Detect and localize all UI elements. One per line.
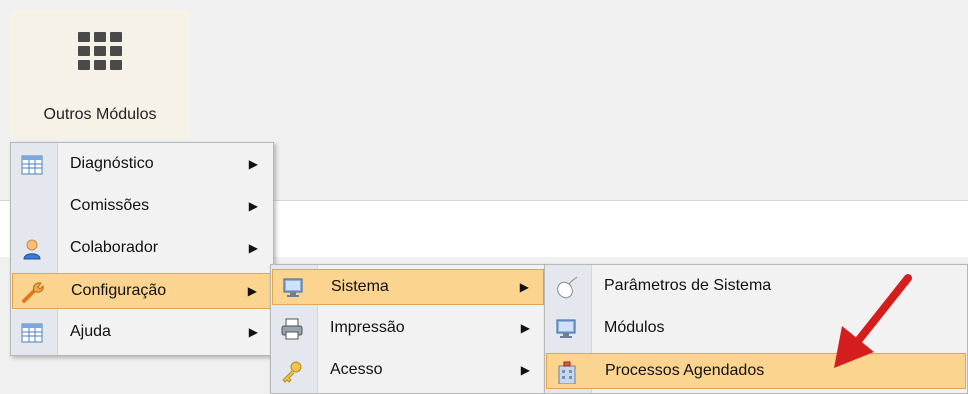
menu-item-label: Processos Agendados <box>605 362 765 379</box>
submenu-arrow-icon: ▶ <box>520 363 530 377</box>
spreadsheet-icon <box>21 155 43 175</box>
wrench-icon <box>22 282 44 303</box>
menu-item-colaborador[interactable]: Colaborador ▶ <box>12 231 272 267</box>
menu-item-label: Módulos <box>604 319 665 336</box>
module-label: Outros Módulos <box>43 106 157 123</box>
submenu-arrow-icon: ▶ <box>520 321 530 335</box>
spreadsheet-icon <box>21 323 43 343</box>
mouse-icon <box>557 276 578 299</box>
menu-item-label: Configuração <box>71 282 167 299</box>
user-icon <box>23 239 41 260</box>
menu-item-label: Diagnóstico <box>70 155 154 172</box>
submenu-arrow-icon: ▶ <box>247 284 257 298</box>
building-icon <box>558 361 576 384</box>
menu-item-acesso[interactable]: Acesso ▶ <box>272 353 544 389</box>
menu-item-diagnostico[interactable]: Diagnóstico ▶ <box>12 147 272 183</box>
menu-item-label: Acesso <box>330 361 383 378</box>
submenu-arrow-icon: ▶ <box>248 157 258 171</box>
menu-item-sistema[interactable]: Sistema ▶ <box>272 269 544 305</box>
grid-icon <box>78 32 122 70</box>
menu-item-label: Ajuda <box>70 323 111 340</box>
menu-item-ajuda[interactable]: Ajuda ▶ <box>12 315 272 351</box>
menu-item-label: Impressão <box>330 319 405 336</box>
red-arrow-icon <box>834 274 912 368</box>
submenu-arrow-icon: ▶ <box>248 325 258 339</box>
submenu-arrow-icon: ▶ <box>248 199 258 213</box>
menu-item-label: Parâmetros de Sistema <box>604 277 772 294</box>
configuracao-submenu: Sistema ▶ Impressão ▶ Acesso ▶ <box>270 264 546 394</box>
monitor-icon <box>283 278 303 297</box>
key-icon <box>282 361 302 383</box>
other-modules-button[interactable]: Outros Módulos <box>10 10 190 138</box>
menu-item-impressao[interactable]: Impressão ▶ <box>272 311 544 347</box>
menu-item-configuracao[interactable]: Configuração ▶ <box>12 273 272 309</box>
menu-item-label: Comissões <box>70 197 150 214</box>
submenu-arrow-icon: ▶ <box>248 241 258 255</box>
menu-item-label: Colaborador <box>70 239 159 256</box>
printer-icon <box>281 318 303 340</box>
monitor-icon <box>556 319 576 338</box>
main-menu: Diagnóstico ▶ Comissões ▶ Colaborador ▶ … <box>10 142 274 356</box>
menu-item-comissoes[interactable]: Comissões ▶ <box>12 189 272 225</box>
submenu-arrow-icon: ▶ <box>519 280 529 294</box>
menu-item-label: Sistema <box>331 278 389 295</box>
